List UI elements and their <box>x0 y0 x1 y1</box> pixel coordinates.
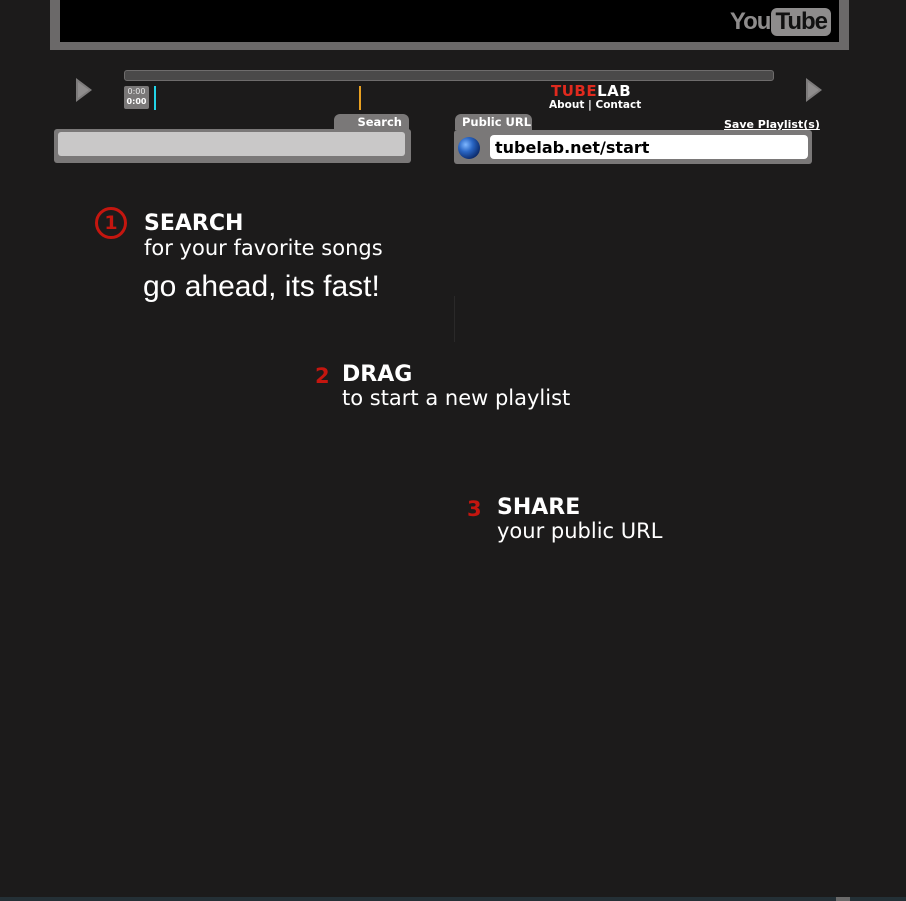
progress-bar[interactable] <box>124 70 774 81</box>
youtube-logo: You Tube <box>730 8 831 36</box>
time-display: 0:00 0:00 <box>124 86 149 109</box>
video-player-frame: You Tube <box>50 0 849 50</box>
brand-tube: TUBE <box>551 82 598 100</box>
link-separator: | <box>584 99 596 111</box>
public-url-tab: Public URL <box>455 114 532 130</box>
bottom-edge-gap <box>836 897 850 901</box>
step-3-number: 3 <box>467 497 482 521</box>
step-3-subtitle: your public URL <box>497 519 663 543</box>
step-1-extra: go ahead, its fast! <box>143 270 380 303</box>
public-url-input[interactable] <box>490 135 808 159</box>
step-1-number: 1 <box>95 207 127 239</box>
contact-link[interactable]: Contact <box>596 99 642 111</box>
step-1-title: SEARCH <box>144 211 244 236</box>
search-box <box>54 129 411 163</box>
bottom-edge-right <box>850 897 906 901</box>
brand-lab: LAB <box>597 82 632 100</box>
next-play-icon[interactable] <box>806 78 822 102</box>
tubelab-logo: TUBELAB <box>551 82 631 100</box>
brand-links: About | Contact <box>549 99 641 111</box>
playhead-marker[interactable] <box>154 86 156 110</box>
globe-icon <box>458 137 480 159</box>
divider <box>454 296 455 342</box>
search-input[interactable] <box>58 132 405 156</box>
youtube-logo-tube: Tube <box>771 8 831 36</box>
step-2-subtitle: to start a new playlist <box>342 386 571 410</box>
current-time: 0:00 <box>127 87 146 96</box>
step-1-subtitle: for your favorite songs <box>144 236 383 260</box>
step-2-title: DRAG <box>342 362 413 387</box>
step-3-title: SHARE <box>497 495 581 520</box>
public-url-box <box>454 130 812 164</box>
previous-play-icon[interactable] <box>76 78 92 102</box>
youtube-logo-you: You <box>729 8 772 35</box>
about-link[interactable]: About <box>549 99 584 111</box>
step-2-number: 2 <box>315 364 330 388</box>
buffer-marker[interactable] <box>359 86 361 110</box>
video-player[interactable]: You Tube <box>60 0 839 42</box>
total-time: 0:00 <box>126 97 147 106</box>
search-tab: Search <box>334 114 409 130</box>
bottom-edge <box>0 897 836 901</box>
